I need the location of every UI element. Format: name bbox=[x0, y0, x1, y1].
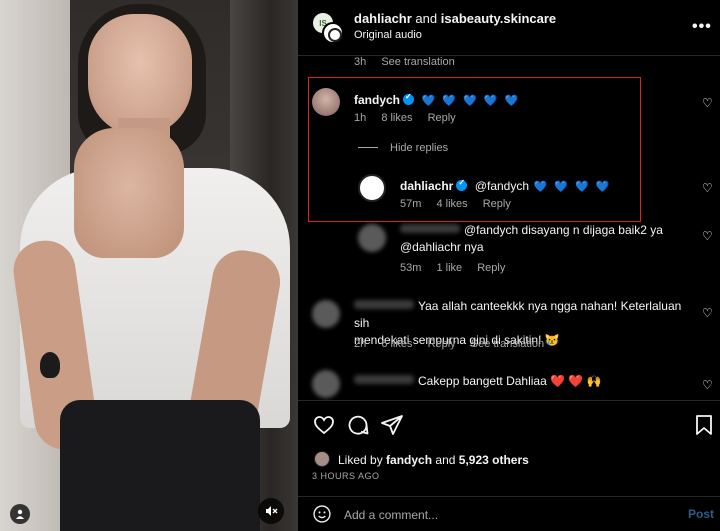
verified-badge-icon bbox=[456, 178, 468, 191]
post-media[interactable] bbox=[0, 0, 298, 531]
see-translation-link[interactable]: See translation bbox=[381, 56, 454, 68]
reply-button[interactable]: Reply bbox=[428, 338, 456, 350]
like-comment-icon[interactable]: ♡ bbox=[702, 96, 713, 110]
like-comment-icon[interactable]: ♡ bbox=[702, 378, 713, 392]
reply-item: dahliachr @fandych 💙 💙 💙 💙 57m 4 likes R… bbox=[358, 174, 698, 218]
reply-button[interactable]: Reply bbox=[428, 112, 456, 124]
reply-item: @fandych disayang n dijaga baik2 ya @dah… bbox=[358, 222, 698, 278]
comment-text: 💙 💙 💙 💙 💙 bbox=[421, 95, 521, 107]
comment-item: fandych 💙 💙 💙 💙 💙 1h 8 likes Reply bbox=[312, 88, 712, 132]
author-link[interactable]: dahliachr bbox=[354, 11, 412, 26]
likes-count[interactable]: 6 likes bbox=[381, 338, 412, 350]
like-icon[interactable] bbox=[312, 413, 336, 437]
like-comment-icon[interactable]: ♡ bbox=[702, 181, 713, 195]
reply-button[interactable]: Reply bbox=[483, 198, 511, 210]
author-names: dahliachr and isabeauty.skincare bbox=[354, 11, 556, 26]
liked-by-prefix: Liked by bbox=[338, 453, 383, 467]
save-bookmark-icon[interactable] bbox=[692, 413, 716, 437]
avatar[interactable] bbox=[312, 300, 340, 328]
blurred-username[interactable] bbox=[354, 300, 414, 309]
likes-count[interactable]: 1 like bbox=[436, 262, 462, 274]
liked-by-user-link[interactable]: fandych bbox=[386, 453, 432, 467]
likes-count[interactable]: 4 likes bbox=[436, 198, 467, 210]
caption-meta: 3h See translation bbox=[354, 56, 467, 68]
liked-by-and: and bbox=[435, 453, 456, 467]
like-comment-icon[interactable]: ♡ bbox=[702, 229, 713, 243]
comment-text: Cakepp bangett Dahliaa ❤️ ❤️ 🙌 bbox=[418, 374, 602, 388]
see-translation-link[interactable]: See translation bbox=[471, 338, 544, 350]
avatar[interactable] bbox=[314, 451, 330, 467]
photo-hands bbox=[74, 128, 184, 258]
post-actions: Liked by fandych and 5,923 others 3 HOUR… bbox=[298, 400, 720, 496]
mention-link[interactable]: @fandych bbox=[475, 179, 529, 193]
author-avatars[interactable]: IS bbox=[312, 12, 344, 44]
comment-text: @fandych disayang n dijaga baik2 ya bbox=[464, 223, 663, 237]
avatar[interactable] bbox=[312, 88, 340, 116]
photo-skirt bbox=[60, 400, 260, 531]
timestamp: 53m bbox=[400, 262, 422, 274]
like-comment-icon[interactable]: ♡ bbox=[702, 306, 713, 320]
add-comment-bar: Post bbox=[298, 496, 720, 531]
comment-text-line: @dahliachr nya bbox=[400, 240, 484, 254]
post-timestamp[interactable]: 3 HOURS AGO bbox=[312, 471, 380, 481]
comment-body: fandych 💙 💙 💙 💙 💙 bbox=[354, 91, 520, 109]
comments-list[interactable]: 3h See translation fandych 💙 💙 💙 💙 💙 1h … bbox=[298, 56, 720, 400]
likes-count[interactable]: 8 likes bbox=[381, 112, 412, 124]
comment-item: Yaa allah canteekkk nya ngga nahan! Kete… bbox=[312, 298, 692, 354]
comment-username[interactable]: dahliachr bbox=[400, 179, 453, 193]
avatar[interactable] bbox=[358, 174, 386, 202]
comment-body: @fandych disayang n dijaga baik2 ya @dah… bbox=[400, 222, 700, 256]
mute-button[interactable] bbox=[258, 498, 284, 524]
post-header: IS dahliachr and isabeauty.skincare Orig… bbox=[298, 0, 720, 56]
comment-input[interactable] bbox=[344, 505, 664, 525]
photo-tattoo bbox=[40, 352, 60, 378]
comment-body: Cakepp bangett Dahliaa ❤️ ❤️ 🙌 bbox=[354, 373, 602, 390]
timestamp: 57m bbox=[400, 198, 422, 210]
comment-body: dahliachr @fandych 💙 💙 💙 💙 bbox=[400, 177, 611, 195]
comment-text-line: Cakepp bangett Dahliaa ❤️ ❤️ 🙌 bbox=[354, 373, 602, 390]
verified-badge-icon bbox=[403, 92, 415, 105]
comment-item: Cakepp bangett Dahliaa ❤️ ❤️ 🙌 bbox=[312, 370, 692, 400]
comment-meta: 2h 6 likes Reply See translation bbox=[354, 338, 556, 350]
timestamp: 3h bbox=[354, 56, 367, 68]
post-comment-button[interactable]: Post bbox=[688, 507, 714, 521]
comment-meta: 1h 8 likes Reply bbox=[354, 112, 468, 124]
timestamp: 2h bbox=[354, 338, 367, 350]
emoji-icon[interactable] bbox=[312, 504, 332, 524]
comment-text-line: @fandych disayang n dijaga baik2 ya bbox=[400, 222, 700, 239]
avatar bbox=[322, 22, 344, 44]
speaker-muted-icon bbox=[266, 506, 278, 516]
more-options-icon[interactable]: ••• bbox=[692, 18, 712, 36]
audio-link[interactable]: Original audio bbox=[354, 29, 422, 41]
author-joiner: and bbox=[415, 11, 438, 26]
avatar[interactable] bbox=[358, 224, 386, 252]
blurred-username[interactable] bbox=[354, 375, 414, 384]
comment-username[interactable]: fandych bbox=[354, 93, 400, 107]
liked-by-text: Liked by fandych and 5,923 others bbox=[338, 453, 529, 467]
timestamp: 1h bbox=[354, 112, 367, 124]
person-icon bbox=[16, 509, 24, 519]
blurred-username[interactable] bbox=[400, 224, 460, 233]
hide-replies-label: Hide replies bbox=[390, 142, 449, 154]
author-link[interactable]: isabeauty.skincare bbox=[441, 11, 556, 26]
comment-meta: 57m 4 likes Reply bbox=[400, 198, 523, 210]
post-panel: IS dahliachr and isabeauty.skincare Orig… bbox=[298, 0, 720, 531]
comment-text: 💙 💙 💙 💙 bbox=[533, 181, 612, 193]
comment-icon[interactable] bbox=[346, 413, 370, 437]
reply-button[interactable]: Reply bbox=[477, 262, 505, 274]
avatar[interactable] bbox=[312, 370, 340, 398]
comment-meta: 53m 1 like Reply bbox=[400, 262, 517, 274]
tagged-users-button[interactable] bbox=[10, 504, 30, 524]
likes-count-link[interactable]: 5,923 others bbox=[459, 453, 529, 467]
hide-replies-button[interactable]: Hide replies bbox=[358, 142, 448, 154]
comment-text-line: Yaa allah canteekkk nya ngga nahan! Kete… bbox=[354, 298, 694, 332]
share-icon[interactable] bbox=[380, 413, 404, 437]
divider bbox=[358, 147, 378, 148]
